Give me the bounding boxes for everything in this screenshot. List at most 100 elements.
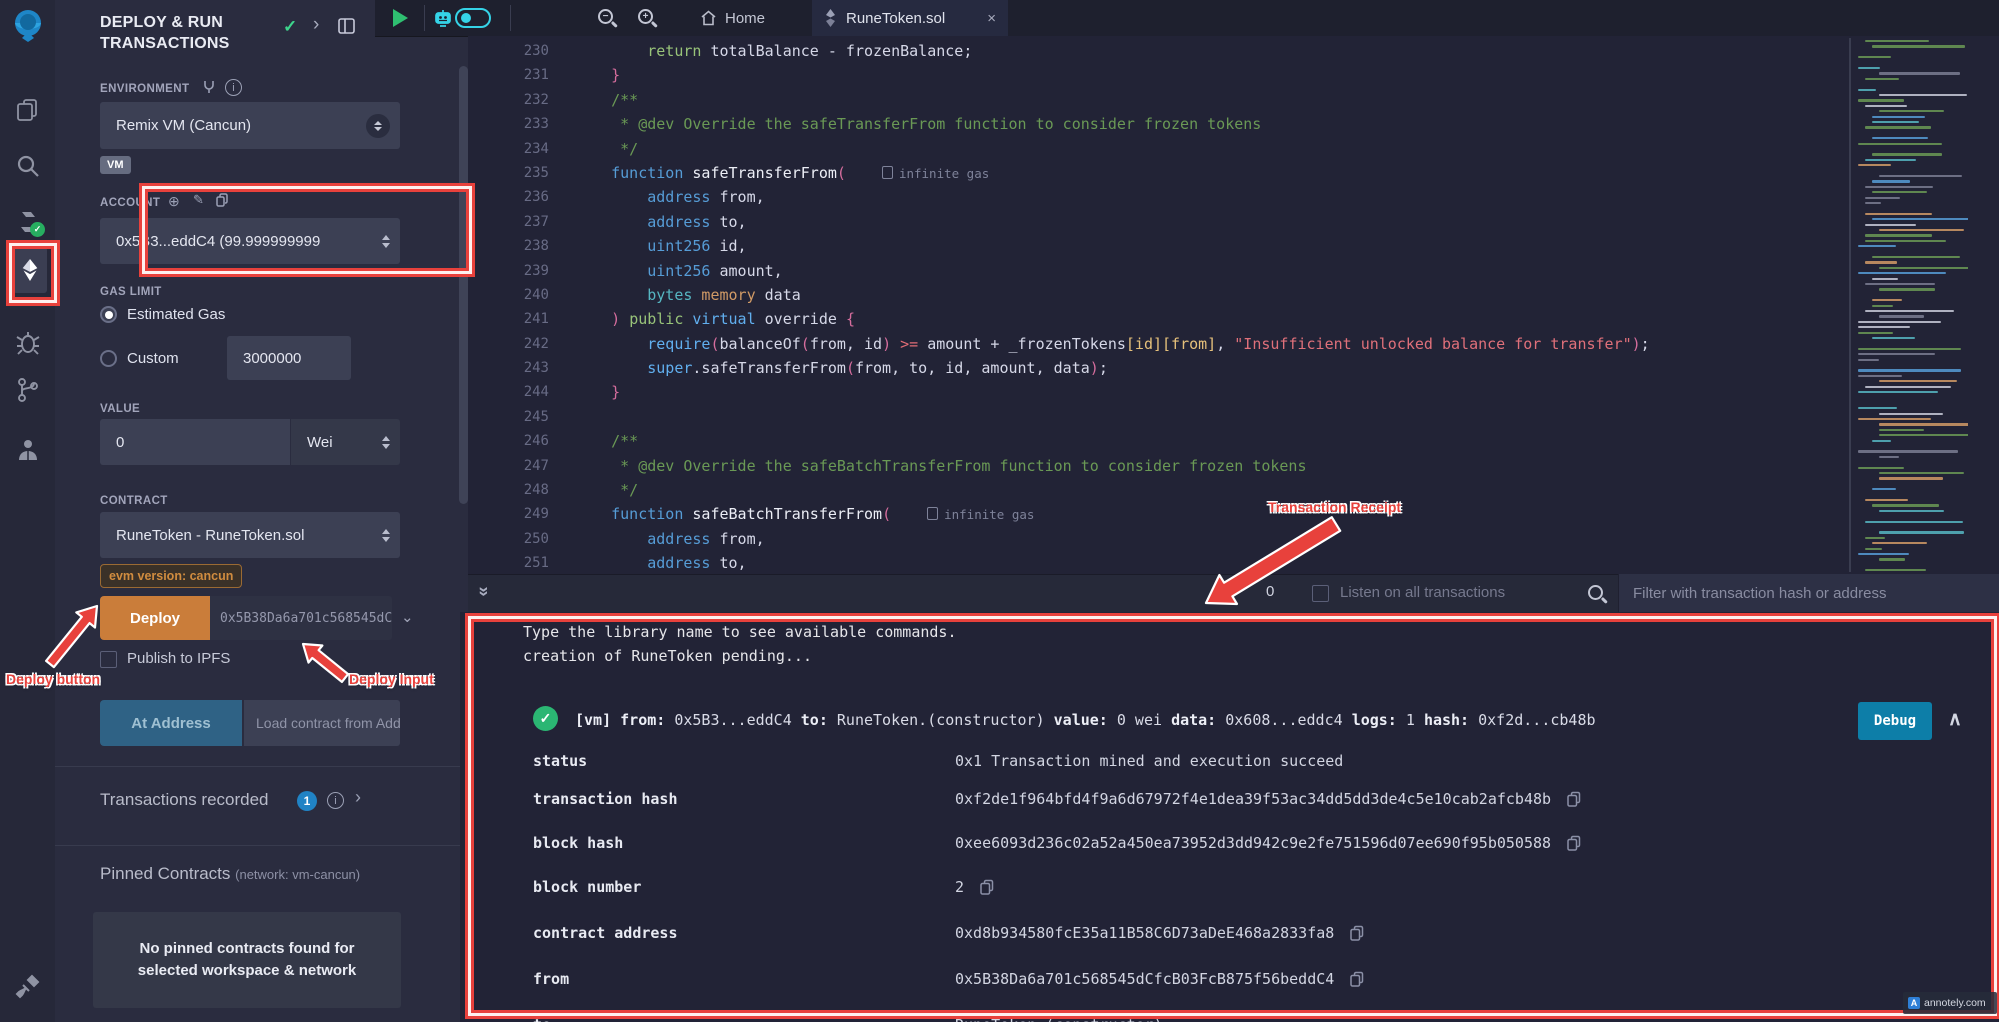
tx-summary-line[interactable]: [vm] from: 0x5B3...eddC4 to: RuneToken.(…: [575, 711, 1596, 729]
account-edit-icon[interactable]: ✎: [193, 192, 204, 208]
copy-icon[interactable]: [980, 879, 994, 895]
estimated-gas-radio[interactable]: [100, 306, 117, 323]
run-script-play-icon[interactable]: [393, 9, 408, 27]
line-number: 246: [468, 429, 549, 453]
debugger-icon[interactable]: [14, 328, 42, 356]
publish-ipfs-checkbox[interactable]: [100, 651, 117, 668]
transactions-info-icon[interactable]: i: [327, 792, 344, 809]
code-editor[interactable]: 2302312322332342352362372382392402412422…: [468, 36, 1999, 574]
deploy-button[interactable]: Deploy: [100, 596, 210, 640]
listen-all-transactions-checkbox[interactable]: [1312, 585, 1329, 602]
line-number: 250: [468, 527, 549, 551]
minimap-line: [1872, 191, 1927, 193]
account-copy-icon[interactable]: [216, 193, 228, 212]
at-address-input[interactable]: Load contract from Address: [244, 700, 400, 746]
line-number: 244: [468, 380, 549, 404]
file-explorer-icon[interactable]: [14, 96, 42, 124]
line-number: 236: [468, 185, 549, 209]
copy-icon[interactable]: [1567, 791, 1581, 807]
minimap-line: [1872, 542, 1927, 544]
value-input[interactable]: 0: [100, 419, 290, 465]
minimap-line: [1865, 386, 1951, 388]
receipt-row-label: status: [533, 752, 587, 770]
receipt-row-value[interactable]: 0xf2de1f964bfd4f9a6d67972f4e1dea39f53ac3…: [955, 790, 1581, 808]
tx-success-check-icon: ✓: [533, 706, 558, 731]
copy-icon[interactable]: [1350, 925, 1364, 941]
tab-label: RuneToken.sol: [846, 10, 945, 27]
ai-copilot-toggle[interactable]: [455, 8, 491, 28]
transaction-receipt-annotation-label: Transaction Receipt: [1268, 499, 1401, 515]
editor-sash[interactable]: [1849, 38, 1851, 572]
line-number: 249: [468, 502, 549, 526]
copy-icon[interactable]: [1567, 835, 1581, 851]
plugin-manager-plug-icon[interactable]: [14, 972, 42, 1000]
copy-icon[interactable]: [1350, 971, 1364, 987]
tab-home[interactable]: Home: [690, 0, 775, 36]
value-unit: Wei: [291, 434, 333, 451]
custom-gas-input[interactable]: 3000000: [227, 336, 351, 380]
deploy-expand-chevron-icon[interactable]: ⌄: [401, 608, 414, 626]
editor-minimap[interactable]: [1856, 38, 1968, 572]
remix-logo-icon[interactable]: [9, 6, 47, 44]
panel-scrollbar[interactable]: [459, 66, 468, 504]
git-branch-icon[interactable]: [14, 376, 42, 404]
ai-assistant-robot-icon[interactable]: [432, 7, 454, 34]
at-address-button[interactable]: At Address: [100, 700, 242, 746]
receipt-row-label: block number: [533, 878, 641, 896]
infinite-gas-marker: infinite gas: [927, 507, 1034, 522]
deploy-input[interactable]: 0x5B38Da6a701c568545dCfcB03FcB875f56bedd…: [210, 596, 392, 640]
annotely-logo-icon: A: [1908, 997, 1920, 1009]
transactions-count-badge: 1: [297, 791, 317, 811]
receipt-row-value[interactable]: RuneToken.(constructor): [955, 1016, 1163, 1022]
transactions-expand-chevron[interactable]: ›: [355, 787, 361, 808]
value-unit-select[interactable]: Wei: [291, 419, 400, 465]
code-line: address from,: [575, 185, 1855, 209]
deploy-input-annotation-label: Deploy Input: [349, 671, 434, 687]
panel-layout-icon[interactable]: [338, 18, 355, 39]
receipt-row-value[interactable]: 0x5B38Da6a701c568545dCfcB03FcB875f56bedd…: [955, 970, 1364, 988]
account-add-icon[interactable]: ⊕: [168, 193, 180, 210]
minimap-line: [1872, 488, 1896, 490]
tab-runetoken-sol[interactable]: RuneToken.sol ×: [812, 0, 1008, 36]
line-number: 247: [468, 454, 549, 478]
line-number: 251: [468, 551, 549, 574]
line-number: 237: [468, 210, 549, 234]
receipt-row-value[interactable]: 0x1 Transaction mined and execution succ…: [955, 752, 1343, 770]
account-select[interactable]: 0x5B3...eddC4 (99.999999999: [100, 218, 400, 264]
panel-expand-icon[interactable]: ›: [313, 14, 319, 36]
zoom-in-icon[interactable]: +: [638, 9, 653, 24]
minimap-line: [1865, 521, 1963, 523]
minimap-line: [1872, 218, 1968, 220]
fork-icon[interactable]: [202, 79, 216, 100]
pinned-network-label: (network: vm-cancun): [235, 867, 360, 882]
home-icon: [700, 10, 717, 26]
minimap-line: [1858, 67, 1880, 69]
debug-button[interactable]: Debug: [1858, 702, 1932, 740]
minimap-line: [1872, 121, 1919, 123]
receipt-row-value[interactable]: 2: [955, 878, 994, 896]
solidity-compiler-icon[interactable]: ✓: [14, 208, 42, 236]
environment-info-icon[interactable]: i: [225, 79, 242, 96]
deploy-run-icon[interactable]: [13, 247, 47, 293]
search-icon[interactable]: [14, 152, 42, 180]
environment-select[interactable]: Remix VM (Cancun): [100, 102, 400, 149]
learneth-icon[interactable]: [14, 436, 42, 464]
minimap-line: [1858, 353, 1935, 355]
tx-collapse-chevron-icon[interactable]: ∧: [1948, 708, 1962, 731]
code-line: /**: [575, 429, 1855, 453]
receipt-row-value[interactable]: 0xee6093d236c02a52a450ea73952d3dd942c9e2…: [955, 834, 1581, 852]
contract-select[interactable]: RuneToken - RuneToken.sol: [100, 512, 400, 558]
tab-close-icon[interactable]: ×: [987, 10, 996, 27]
custom-gas-radio[interactable]: [100, 350, 117, 367]
divider: [55, 845, 468, 846]
receipt-row-value[interactable]: 0xd8b934580fcE35a11B58C6D73aDeE468a2833f…: [955, 924, 1364, 942]
minimap-line: [1858, 143, 1942, 145]
code-line: uint256 amount,: [575, 259, 1855, 283]
terminal-search-icon[interactable]: [1588, 585, 1603, 600]
line-number: 241: [468, 307, 549, 331]
terminal-collapse-icon[interactable]: «: [473, 586, 494, 596]
zoom-out-icon[interactable]: −: [598, 9, 613, 24]
minimap-line: [1858, 450, 1958, 452]
terminal-filter-input[interactable]: Filter with transaction hash or address: [1618, 574, 1999, 612]
code-line: return totalBalance - frozenBalance;: [575, 39, 1855, 63]
